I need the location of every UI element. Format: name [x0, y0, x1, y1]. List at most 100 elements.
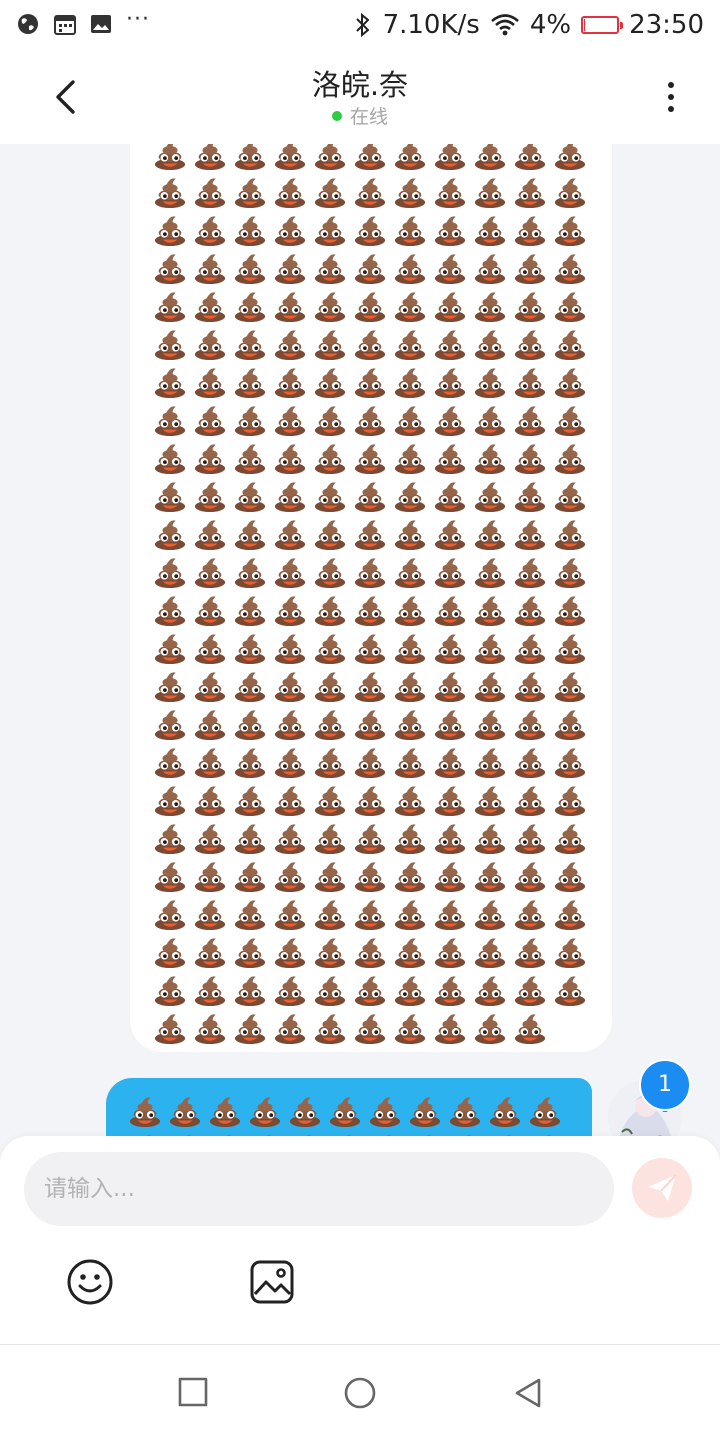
pile-of-poo-emoji [193, 745, 227, 779]
pile-of-poo-emoji [193, 517, 227, 551]
pile-of-poo-emoji [433, 783, 467, 817]
more-dot-icon [668, 94, 674, 100]
pile-of-poo-emoji [353, 1011, 387, 1045]
pile-of-poo-emoji [233, 251, 267, 285]
pile-of-poo-emoji [273, 669, 307, 703]
pile-of-poo-emoji [273, 289, 307, 323]
pile-of-poo-emoji [393, 213, 427, 247]
pile-of-poo-emoji [393, 669, 427, 703]
pile-of-poo-emoji [393, 555, 427, 589]
more-options-button[interactable] [648, 74, 694, 120]
pile-of-poo-emoji [208, 1094, 242, 1128]
pile-of-poo-emoji [273, 365, 307, 399]
pile-of-poo-emoji [473, 144, 507, 171]
pile-of-poo-emoji [153, 213, 187, 247]
pile-of-poo-emoji [153, 859, 187, 893]
pile-of-poo-emoji [473, 327, 507, 361]
chat-header: 洛皖.奈 在线 [0, 50, 720, 144]
pile-of-poo-emoji [233, 175, 267, 209]
contact-name: 洛皖.奈 [311, 68, 409, 102]
pile-of-poo-emoji [433, 555, 467, 589]
pile-of-poo-emoji [473, 403, 507, 437]
pile-of-poo-emoji [513, 441, 547, 475]
pile-of-poo-emoji [473, 783, 507, 817]
pile-of-poo-emoji [433, 973, 467, 1007]
pile-of-poo-emoji [433, 175, 467, 209]
pile-of-poo-emoji [193, 441, 227, 475]
pile-of-poo-emoji [153, 1011, 187, 1045]
pile-of-poo-emoji [433, 593, 467, 627]
pile-of-poo-emoji [353, 745, 387, 779]
wifi-icon [490, 14, 519, 36]
pile-of-poo-emoji [313, 517, 347, 551]
pile-of-poo-emoji [313, 365, 347, 399]
pile-of-poo-emoji [313, 669, 347, 703]
pile-of-poo-emoji [513, 859, 547, 893]
pile-of-poo-emoji [193, 1011, 227, 1045]
sent-message-bubble[interactable] [106, 1078, 592, 1138]
unread-count[interactable]: 1 [638, 1058, 692, 1112]
pile-of-poo-emoji [553, 403, 587, 437]
pile-of-poo-emoji [473, 669, 507, 703]
pile-of-poo-emoji [273, 517, 307, 551]
pile-of-poo-emoji [433, 251, 467, 285]
pile-of-poo-emoji [193, 144, 227, 171]
received-message-bubble[interactable] [130, 144, 612, 1052]
pile-of-poo-emoji [233, 935, 267, 969]
pile-of-poo-emoji [273, 403, 307, 437]
globe-icon [18, 14, 38, 34]
pile-of-poo-emoji [353, 821, 387, 855]
status-right-icons: 7.10K/s 4% 23:50 [353, 8, 704, 42]
pile-of-poo-emoji [553, 783, 587, 817]
pile-of-poo-emoji [433, 517, 467, 551]
calendar-icon [54, 15, 76, 35]
pile-of-poo-emoji [553, 593, 587, 627]
pile-of-poo-emoji [193, 707, 227, 741]
pile-of-poo-emoji [273, 1011, 307, 1045]
send-button[interactable] [632, 1158, 692, 1218]
pile-of-poo-emoji [553, 935, 587, 969]
pile-of-poo-emoji [393, 631, 427, 665]
pile-of-poo-emoji [353, 707, 387, 741]
pile-of-poo-emoji [393, 479, 427, 513]
status-bar: ··· 7.10K/s 4% 23:50 [0, 0, 720, 50]
back-nav-button[interactable] [508, 1373, 548, 1413]
pile-of-poo-emoji [193, 631, 227, 665]
pile-of-poo-emoji [193, 555, 227, 589]
pile-of-poo-emoji [153, 441, 187, 475]
recent-apps-button[interactable] [172, 1373, 212, 1413]
pile-of-poo-emoji [473, 707, 507, 741]
pile-of-poo-emoji [473, 365, 507, 399]
emoji-button[interactable] [64, 1256, 116, 1308]
pile-of-poo-emoji [513, 631, 547, 665]
pile-of-poo-emoji [313, 555, 347, 589]
message-list[interactable] [0, 144, 720, 1138]
pile-of-poo-emoji [273, 175, 307, 209]
pile-of-poo-emoji [353, 783, 387, 817]
pile-of-poo-emoji [273, 783, 307, 817]
message-input[interactable] [24, 1152, 614, 1226]
pile-of-poo-emoji [393, 327, 427, 361]
pile-of-poo-emoji [553, 251, 587, 285]
pile-of-poo-emoji [273, 821, 307, 855]
pile-of-poo-emoji [353, 555, 387, 589]
pile-of-poo-emoji [193, 973, 227, 1007]
pile-of-poo-emoji [233, 517, 267, 551]
pile-of-poo-emoji [193, 213, 227, 247]
image-picker-button[interactable] [246, 1256, 298, 1308]
pile-of-poo-emoji [553, 669, 587, 703]
pile-of-poo-emoji [553, 707, 587, 741]
pile-of-poo-emoji [473, 935, 507, 969]
pile-of-poo-emoji [473, 593, 507, 627]
pile-of-poo-emoji [393, 821, 427, 855]
online-status-label: 在线 [349, 106, 388, 128]
pile-of-poo-emoji [513, 897, 547, 931]
pile-of-poo-emoji [313, 631, 347, 665]
home-button[interactable] [340, 1373, 380, 1413]
pile-of-poo-emoji [513, 289, 547, 323]
pile-of-poo-emoji [513, 175, 547, 209]
pile-of-poo-emoji [233, 745, 267, 779]
smiley-icon [67, 1259, 113, 1305]
pile-of-poo-emoji [473, 517, 507, 551]
pile-of-poo-emoji [433, 669, 467, 703]
